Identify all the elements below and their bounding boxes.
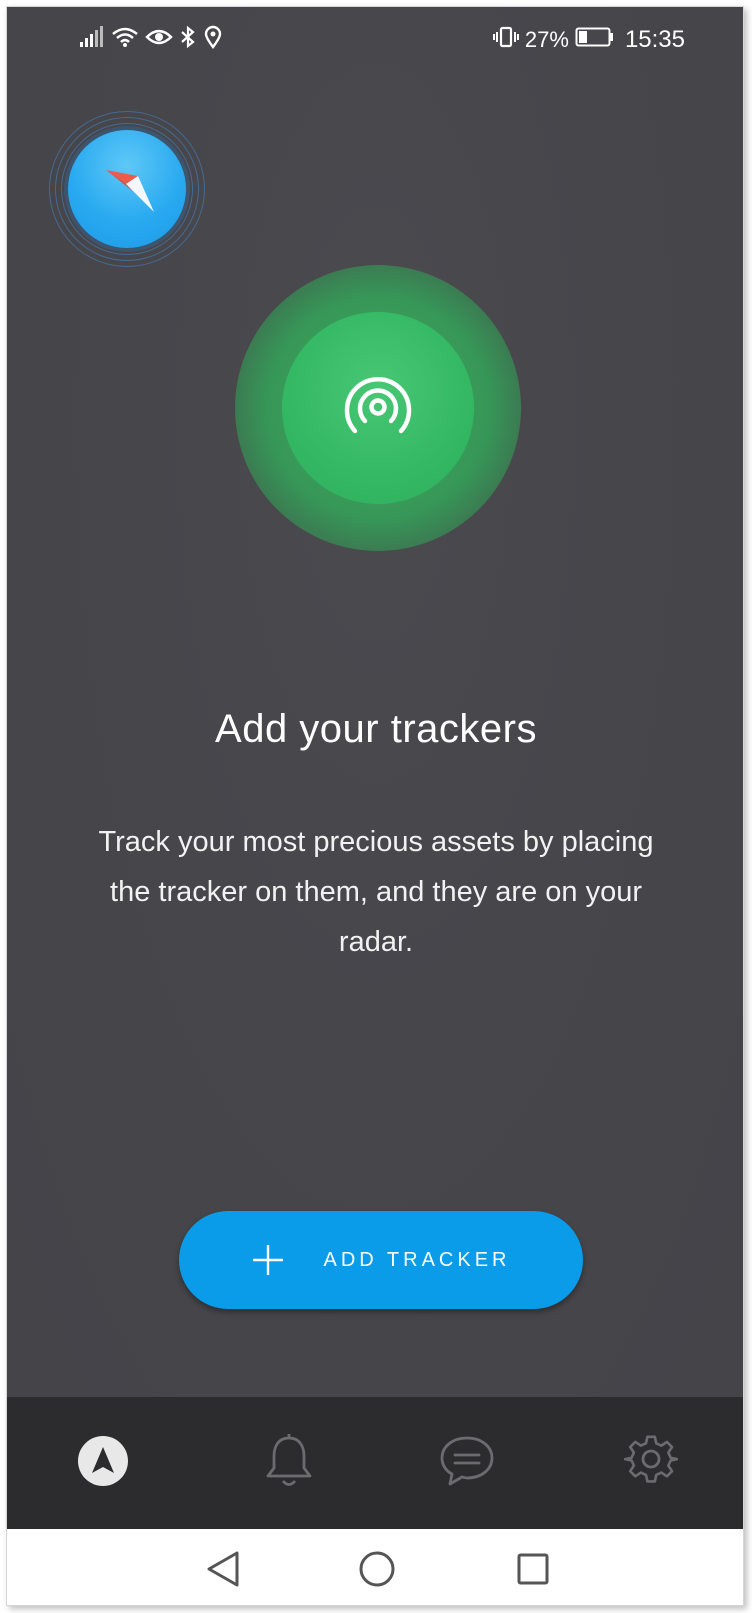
- add-tracker-label: ADD TRACKER: [323, 1248, 511, 1271]
- home-icon: [359, 1551, 395, 1587]
- location-icon: [203, 25, 223, 54]
- back-button[interactable]: [201, 1547, 245, 1591]
- bottom-tab-bar: [7, 1397, 743, 1529]
- battery-percent: 27%: [524, 27, 569, 52]
- main-screen: 27% 15:35 Add your trackers Track your m…: [7, 7, 743, 1397]
- page-title: Add your trackers: [215, 707, 537, 751]
- status-bar: 27% 15:35: [7, 7, 743, 71]
- eye-icon: [145, 25, 173, 54]
- vibrate-icon: [492, 25, 519, 55]
- tab-notifications[interactable]: [249, 1421, 329, 1501]
- back-icon: [207, 1551, 239, 1587]
- tab-messages[interactable]: [427, 1421, 507, 1501]
- recents-icon: [517, 1553, 549, 1585]
- compass-needle-icon: [106, 170, 154, 212]
- status-icons-right: 27% 15:35: [492, 25, 685, 55]
- tracker-signal-icon: [343, 371, 413, 441]
- recents-button[interactable]: [511, 1547, 555, 1591]
- tab-navigation[interactable]: [63, 1421, 143, 1501]
- tab-settings[interactable]: [611, 1421, 691, 1501]
- battery-icon: [575, 26, 615, 54]
- chat-icon: [440, 1436, 494, 1486]
- bluetooth-icon: [179, 25, 197, 54]
- wifi-icon: [111, 25, 139, 54]
- system-navigation-bar: [7, 1529, 743, 1605]
- home-button[interactable]: [355, 1547, 399, 1591]
- compass-icon-background: [68, 130, 186, 248]
- page-description: Track your most precious assets by placi…: [98, 826, 654, 958]
- status-time: 15:35: [624, 26, 685, 53]
- signal-icon: [79, 25, 105, 54]
- navigation-arrow-icon: [78, 1436, 128, 1486]
- compass-button[interactable]: [49, 111, 205, 267]
- plus-icon: [252, 1244, 284, 1276]
- status-icons-left: [79, 25, 223, 54]
- screenshot-frame: 27% 15:35 Add your trackers Track your m…: [0, 0, 752, 1613]
- gear-icon: [624, 1435, 678, 1483]
- phone-screen: 27% 15:35 Add your trackers Track your m…: [6, 6, 744, 1606]
- add-tracker-button[interactable]: ADD TRACKER: [179, 1211, 583, 1309]
- bell-icon: [266, 1434, 312, 1486]
